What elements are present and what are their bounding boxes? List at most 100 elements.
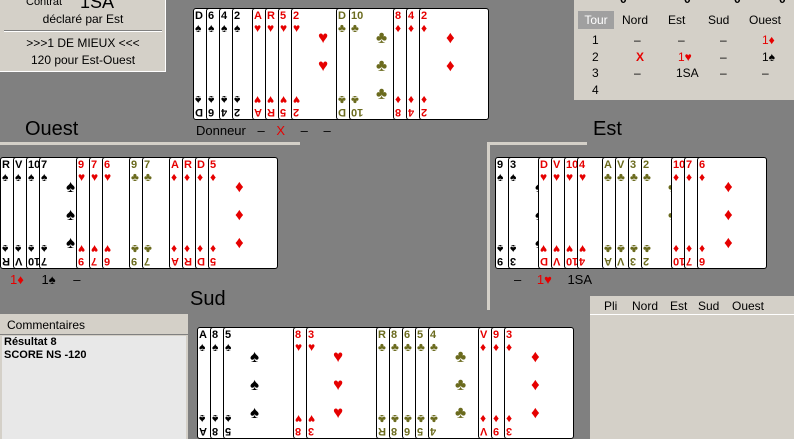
card-suit: ♥	[293, 21, 301, 35]
card-rank: V	[15, 255, 23, 267]
card-suit: ♠	[2, 170, 9, 184]
card-suit: ♦	[673, 170, 680, 184]
west-bids: 1♦ 1♠ –	[10, 272, 81, 287]
bid-cell: –	[634, 66, 641, 80]
card-rank: 3	[510, 255, 517, 267]
card-pip: ♣	[455, 375, 467, 394]
dealer-mark: –	[323, 123, 331, 138]
card-pip: ♠	[66, 205, 76, 224]
comment-line: Résultat 8	[4, 336, 57, 348]
card-suit: ♥	[91, 242, 99, 256]
south-card[interactable]: 3 ♦ 3 ♦ ♦ ♦ ♦	[504, 327, 574, 439]
bid-cell: 2	[592, 50, 599, 64]
card-suit: ♣	[430, 340, 438, 354]
east-bid: –	[514, 272, 522, 287]
bid-cell: –	[678, 33, 685, 47]
card-suit: ♥	[295, 412, 303, 426]
card-suit: ♦	[480, 412, 487, 426]
card-suit: ♦	[408, 21, 415, 35]
card-rank: 5	[225, 425, 232, 437]
table-divider	[487, 142, 587, 145]
card-pip: ♦	[724, 205, 733, 224]
card-suit: ♣	[630, 242, 638, 256]
card-suit: ♠	[208, 21, 215, 35]
south-card[interactable]: 5 ♠ 5 ♠ ♠ ♠ ♠	[223, 327, 303, 439]
card-suit: ♦	[699, 242, 706, 256]
tricks-header-nord: Nord	[632, 299, 659, 313]
card-pip: ♦	[446, 28, 455, 47]
card-suit: ♠	[41, 170, 48, 184]
bidding-top-numbers: 0 0 0 0	[574, 0, 794, 6]
card-suit: ♥	[104, 242, 112, 256]
bid-cell: 1♠	[762, 50, 776, 64]
bidding-header-sud: Sud	[708, 13, 730, 27]
card-suit: ♦	[673, 242, 680, 256]
card-suit: ♦	[506, 340, 513, 354]
card-suit: ♣	[617, 242, 625, 256]
card-rank: V	[480, 425, 488, 437]
card-rank: 5	[280, 106, 287, 118]
card-suit: ♣	[131, 170, 139, 184]
card-rank: R	[378, 425, 386, 437]
card-pip: ♣	[455, 403, 467, 422]
card-suit: ♥	[280, 93, 288, 107]
west-card[interactable]: 5 ♦ 5 ♦ ♦ ♦ ♦	[208, 157, 278, 269]
card-suit: ♣	[417, 340, 425, 354]
dealer-mark: –	[300, 123, 308, 138]
card-pip: ♥	[318, 56, 329, 75]
east-bid: 1SA	[567, 272, 593, 287]
card-rank: D	[197, 255, 205, 267]
bid-cell: –	[634, 33, 641, 47]
card-suit: ♦	[480, 340, 487, 354]
card-suit: ♣	[131, 242, 139, 256]
card-pip: ♣	[455, 347, 467, 366]
card-rank: 2	[643, 255, 650, 267]
card-pip: ♠	[66, 233, 76, 252]
card-pip: ♥	[333, 375, 344, 394]
comment-line: SCORE NS -120	[4, 349, 87, 361]
dealer-mark: X	[276, 123, 286, 138]
card-suit: ♠	[212, 340, 219, 354]
card-suit: ♣	[378, 340, 386, 354]
card-suit: ♠	[225, 412, 232, 426]
card-suit: ♠	[2, 242, 9, 256]
card-suit: ♠	[510, 170, 517, 184]
card-suit: ♠	[15, 170, 22, 184]
bidding-header-tour: Tour	[578, 11, 614, 29]
card-suit: ♠	[497, 242, 504, 256]
card-suit: ♦	[408, 93, 415, 107]
card-suit: ♦	[493, 412, 500, 426]
card-rank: 2	[293, 106, 300, 118]
seat-south-label: Sud	[190, 288, 226, 310]
card-suit: ♣	[351, 93, 359, 107]
top-number: 0	[779, 0, 786, 6]
card-suit: ♣	[144, 170, 152, 184]
card-suit: ♥	[104, 170, 112, 184]
card-rank: 4	[408, 106, 415, 118]
card-suit: ♠	[212, 412, 219, 426]
card-suit: ♣	[404, 412, 412, 426]
card-suit: ♥	[254, 93, 262, 107]
card-rank: 9	[78, 255, 85, 267]
card-rank: R	[267, 106, 275, 118]
east-card[interactable]: 6 ♦ 6 ♦ ♦ ♦ ♦	[697, 157, 767, 269]
card-pip: ♦	[446, 56, 455, 75]
card-pip: ♦	[531, 375, 540, 394]
card-suit: ♦	[421, 93, 428, 107]
card-suit: ♥	[553, 242, 561, 256]
contract-label: Contrat	[26, 0, 63, 8]
card-rank: 6	[208, 106, 215, 118]
declarer-text: déclaré par Est	[42, 12, 124, 26]
east-bids: – 1♥ 1SA	[514, 272, 592, 287]
north-card[interactable]: 2 ♦ 2 ♦ ♦ ♦	[419, 8, 489, 120]
card-rank: 4	[430, 425, 437, 437]
card-rank: 9	[131, 255, 138, 267]
card-suit: ♦	[699, 170, 706, 184]
south-card[interactable]: 3 ♥ 3 ♥ ♥ ♥ ♥	[306, 327, 386, 439]
card-rank: 5	[210, 255, 217, 267]
comments-body[interactable]: Résultat 8 SCORE NS -120	[2, 336, 186, 439]
contract-divider	[4, 30, 162, 32]
card-suit: ♥	[295, 340, 303, 354]
card-suit: ♥	[254, 21, 262, 35]
card-pip: ♦	[531, 347, 540, 366]
